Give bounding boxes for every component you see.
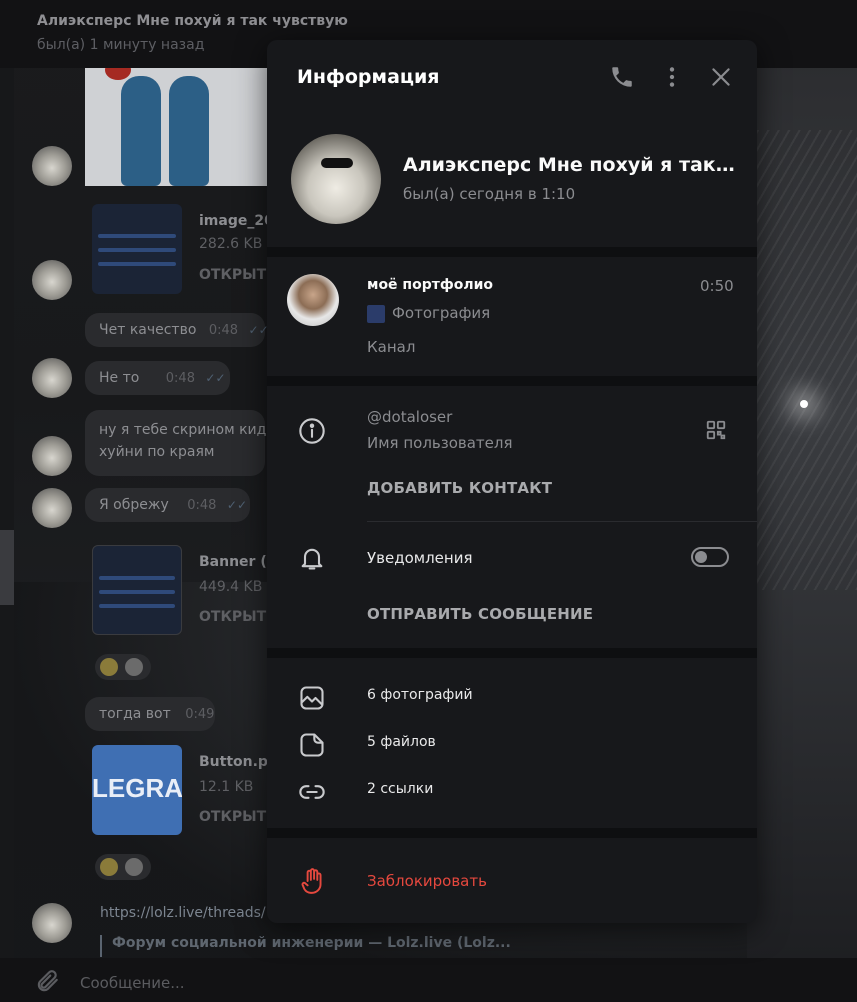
message-input-bar: Сообщение...: [0, 958, 857, 1002]
message-text: Не то: [99, 370, 140, 386]
message-text: хуйни по краям: [99, 444, 215, 460]
read-check-icon: ✓✓: [226, 498, 247, 512]
row-divider: [367, 521, 757, 522]
avatar[interactable]: [32, 358, 72, 398]
channel-last-post: Фотография: [392, 304, 491, 322]
file-name: Banner (3: [199, 554, 277, 570]
attach-icon[interactable]: [34, 968, 60, 1000]
message-photo[interactable]: [85, 68, 267, 186]
file-open-button[interactable]: ОТКРЫТЬ: [199, 809, 277, 825]
selected-dialog[interactable]: [0, 530, 14, 605]
section-divider: [267, 828, 757, 838]
message-bubble[interactable]: Чет качество 0:48 ✓✓: [85, 313, 269, 347]
channel-avatar[interactable]: [287, 274, 339, 326]
block-user-button[interactable]: Заблокировать: [367, 872, 487, 890]
avatar[interactable]: [32, 903, 72, 943]
avatar[interactable]: [32, 260, 72, 300]
message-text: Чет качество: [99, 322, 197, 338]
message-time: 0:49: [185, 707, 215, 722]
reaction-badge[interactable]: [95, 854, 151, 880]
more-vertical-icon[interactable]: [659, 64, 685, 90]
info-icon: [298, 417, 326, 445]
link-icon: [298, 778, 325, 804]
file-open-button[interactable]: ОТКРЫТЬ: [199, 267, 277, 283]
message-bubble[interactable]: Я обрежу 0:48 ✓✓: [85, 488, 250, 522]
message-bubble[interactable]: Не то 0:48 ✓✓: [85, 361, 230, 395]
file-icon: [298, 731, 324, 757]
channel-kind: Канал: [367, 338, 416, 356]
file-open-button[interactable]: ОТКРЫТЬ: [199, 609, 277, 625]
message-time: 0:48: [208, 323, 239, 338]
media-files-label: 5 файлов: [367, 734, 436, 750]
read-check-icon: ✓✓: [205, 371, 226, 385]
close-icon[interactable]: [708, 64, 734, 90]
send-message-button[interactable]: ОТПРАВИТЬ СООБЩЕНИЕ: [367, 605, 593, 623]
photo-detail: [121, 76, 161, 186]
file-thumbnail[interactable]: LEGRA: [92, 745, 182, 835]
thumbnail-text: LEGRA: [92, 773, 182, 803]
wallpaper-lamp: [800, 400, 808, 408]
message-time: 0:48: [187, 498, 217, 513]
info-panel: Информация Алиэксперс Мне похуй я так чу…: [267, 40, 757, 923]
photo-thumbnail-icon: [367, 305, 385, 323]
image-icon: [298, 684, 324, 710]
username-value[interactable]: @dotaloser: [367, 408, 452, 426]
message-link[interactable]: https://lolz.live/threads/: [100, 905, 266, 921]
media-links-label: 2 ссылки: [367, 781, 434, 797]
message-text: ну я тебе скрином кида: [99, 422, 275, 438]
message-text: Я обрежу: [99, 497, 169, 513]
reaction-badge[interactable]: [95, 654, 151, 680]
message-bubble[interactable]: тогда вот 0:49: [85, 697, 215, 731]
avatar[interactable]: [32, 488, 72, 528]
photo-detail: [169, 76, 209, 186]
file-thumbnail[interactable]: [92, 204, 182, 294]
file-size: 282.6 KB: [199, 236, 263, 252]
message-bubble[interactable]: ну я тебе скрином кида хуйни по краям: [85, 410, 275, 476]
section-divider: [267, 247, 757, 257]
toggle-knob: [695, 551, 707, 563]
file-size: 12.1 KB: [199, 779, 254, 795]
file-size: 449.4 KB: [199, 579, 263, 595]
channel-name: моё портфолио: [367, 277, 494, 293]
file-thumbnail[interactable]: [92, 545, 182, 635]
message-text: тогда вот: [99, 706, 171, 722]
wallpaper-tree: [757, 130, 857, 590]
read-check-icon: ✓✓: [248, 323, 269, 337]
bell-icon: [298, 544, 326, 572]
panel-title: Информация: [297, 66, 440, 88]
chat-status: был(а) 1 минуту назад: [37, 37, 205, 53]
message-time: 0:48: [165, 371, 195, 386]
photo-detail: [105, 68, 131, 80]
qr-code-icon[interactable]: [705, 419, 727, 441]
section-divider: [267, 648, 757, 658]
media-photos-label: 6 фотографий: [367, 687, 473, 703]
username-label: Имя пользователя: [367, 434, 513, 452]
profile-status: был(а) сегодня в 1:10: [403, 185, 576, 203]
notifications-toggle[interactable]: [691, 547, 729, 567]
hand-block-icon: [300, 867, 326, 895]
channel-time: 0:50: [700, 277, 734, 295]
avatar[interactable]: [32, 436, 72, 476]
section-divider: [267, 376, 757, 386]
add-contact-button[interactable]: ДОБАВИТЬ КОНТАКТ: [367, 479, 552, 497]
link-preview[interactable]: Форум социальной инженерии — Lolz.live (…: [100, 935, 600, 957]
notifications-label: Уведомления: [367, 549, 473, 567]
profile-avatar[interactable]: [291, 134, 381, 224]
profile-name: Алиэксперс Мне похуй я так чувствую: [403, 154, 738, 176]
chat-title[interactable]: Алиэксперс Мне похуй я так чувствую: [37, 13, 348, 29]
message-input[interactable]: Сообщение...: [80, 974, 185, 992]
phone-icon[interactable]: [609, 64, 635, 90]
avatar[interactable]: [32, 146, 72, 186]
dialog-list-strip[interactable]: [0, 68, 14, 958]
